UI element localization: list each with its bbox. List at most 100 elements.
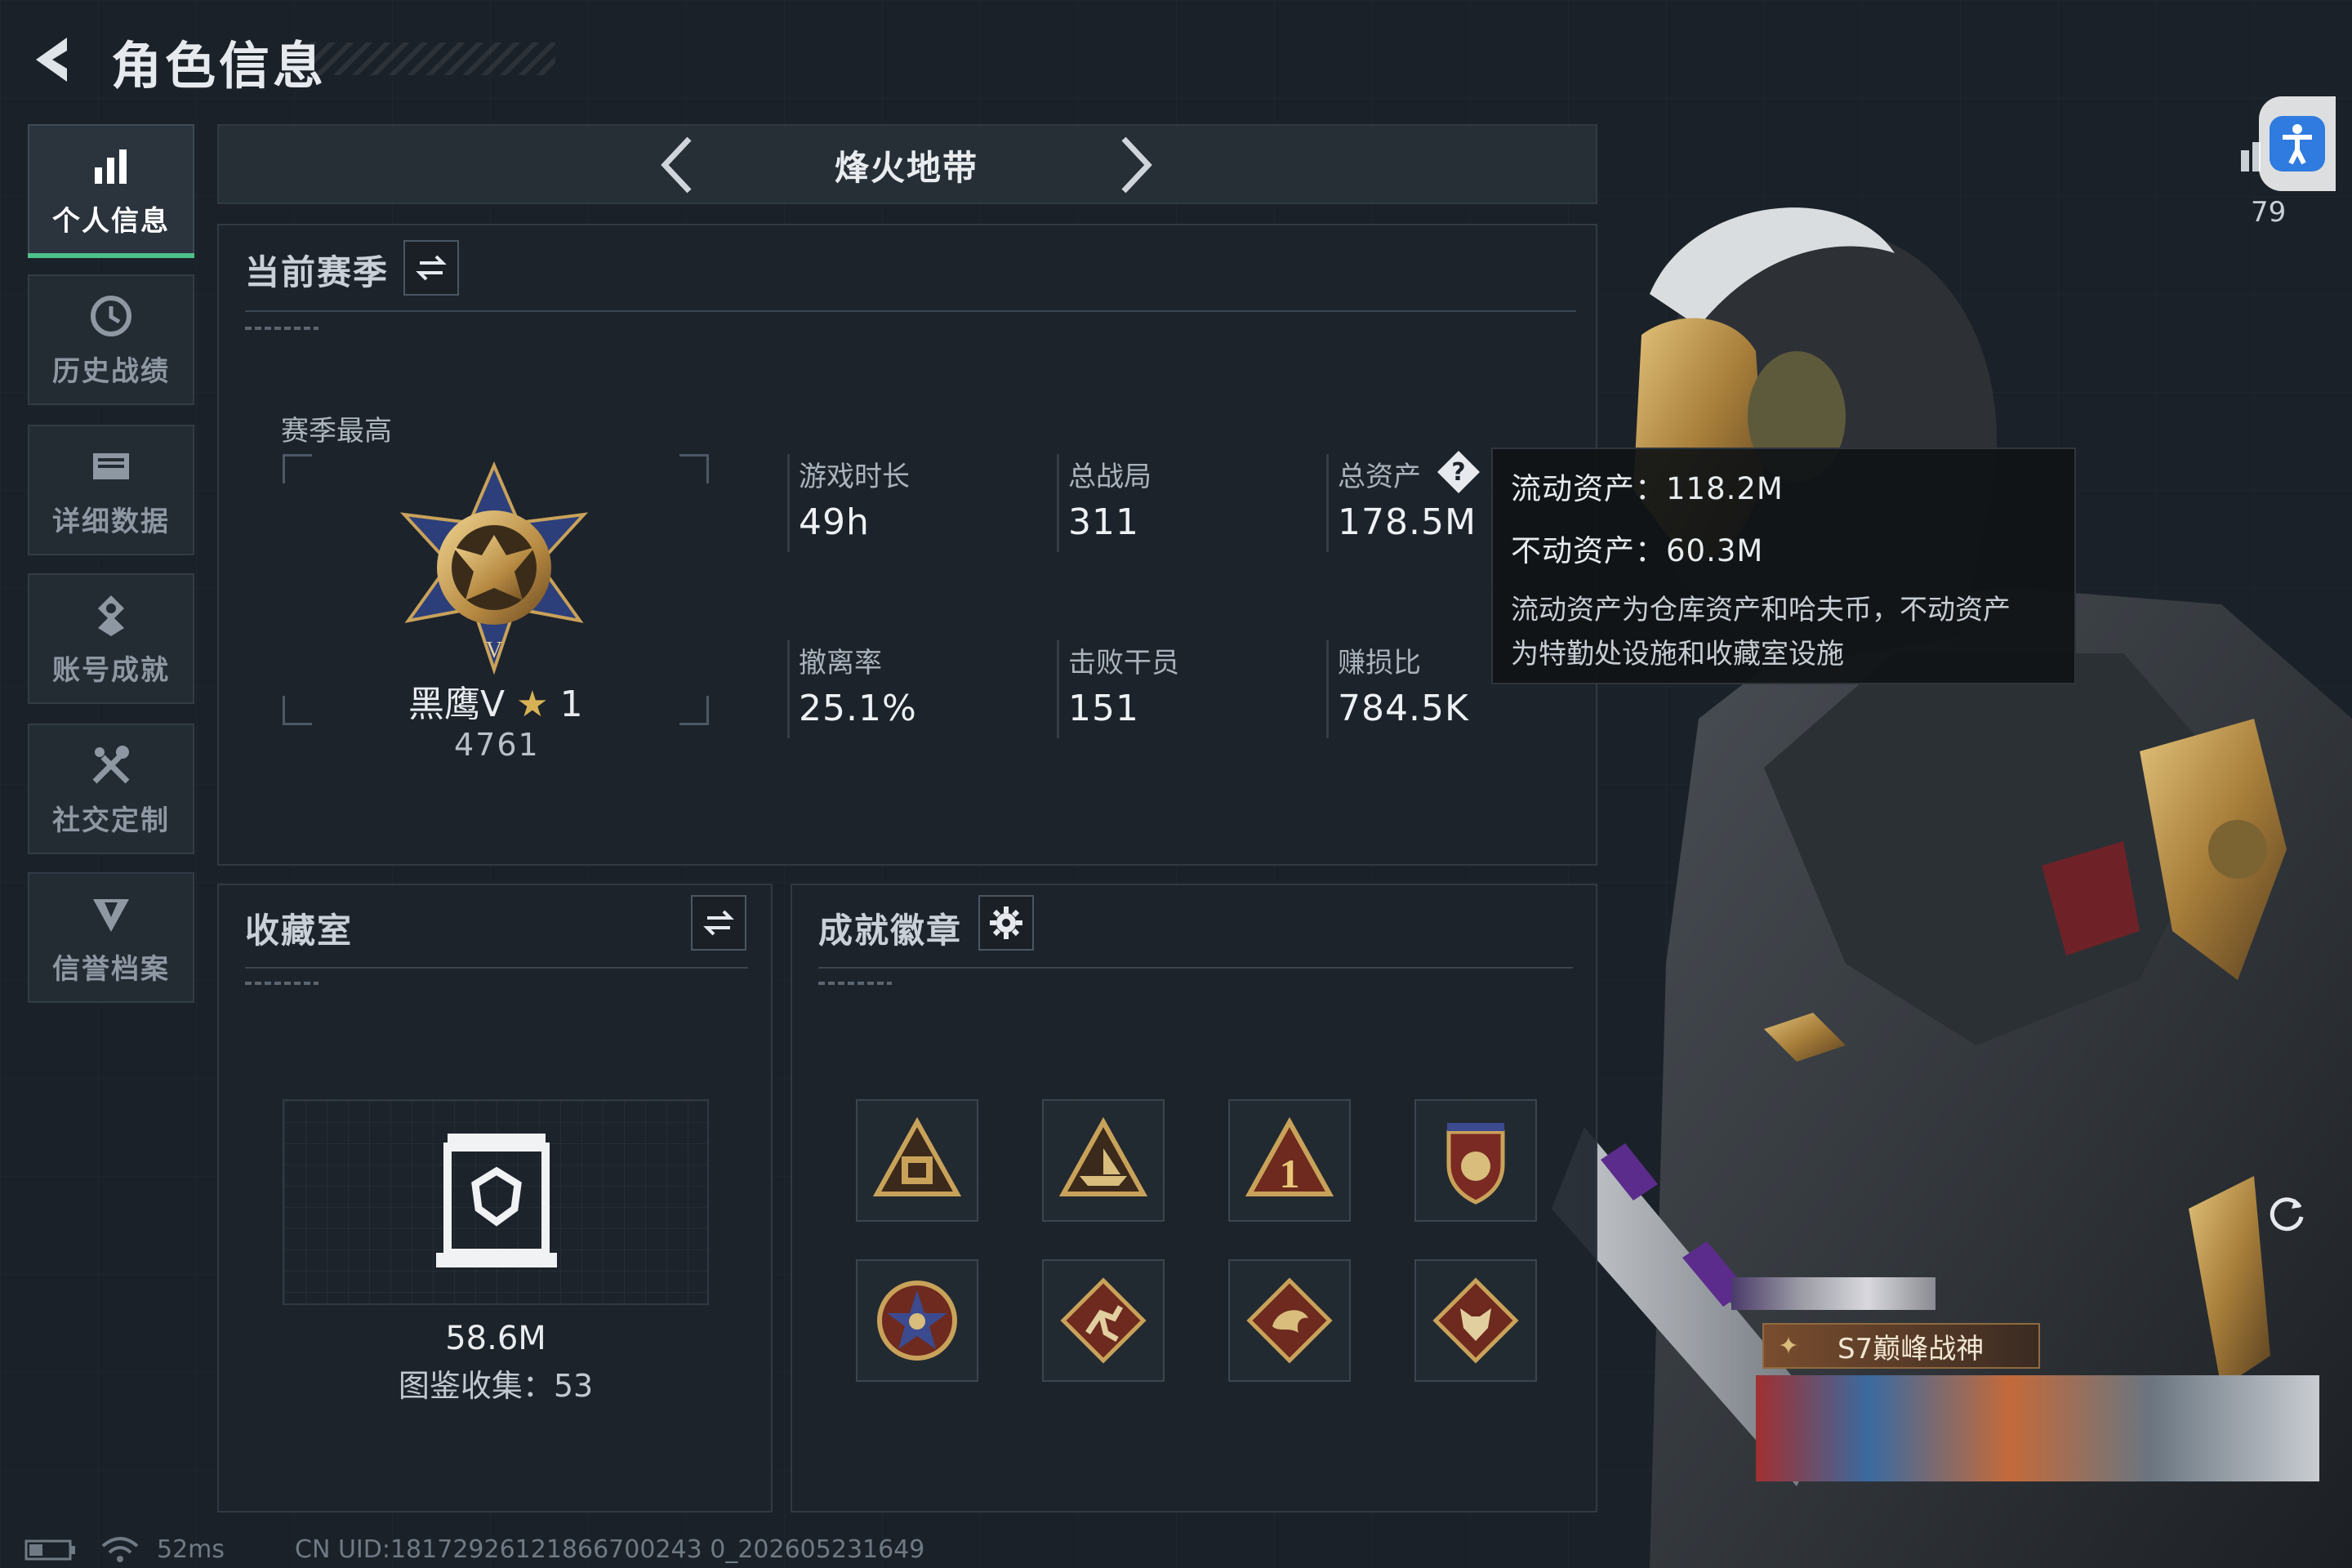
svg-text:V: V — [486, 638, 502, 663]
player-level: 79 — [2251, 196, 2287, 229]
number-one-icon: 1 — [1245, 1116, 1334, 1196]
chevron-right-icon[interactable] — [1111, 132, 1160, 198]
rank-name: 黑鹰V — [408, 684, 506, 725]
stat-divider — [787, 454, 790, 552]
help-icon[interactable]: ? — [1434, 448, 1483, 497]
badge-slot[interactable]: 1 — [1228, 1099, 1351, 1222]
title-plate-icon: ✦ — [1778, 1331, 1799, 1361]
rank-emblem-icon: V — [399, 461, 589, 675]
star-icon: ★ — [516, 684, 549, 725]
stat-playtime-label: 游戏时长 — [799, 461, 910, 493]
svg-text:1: 1 — [1280, 1151, 1300, 1196]
decoration-dashes — [245, 982, 318, 985]
stat-kills-label: 击败干员 — [1068, 647, 1179, 679]
tooltip-liquid-assets: 流动资产：118.2M — [1511, 471, 1784, 506]
badges-panel-title: 成就徽章 — [818, 911, 963, 951]
frame-corner — [679, 696, 709, 725]
sidebar-item-credit-profile[interactable]: 信誉档案 — [28, 872, 194, 1003]
stat-total-matches-value: 311 — [1068, 501, 1139, 543]
badges-settings-button[interactable] — [978, 895, 1034, 951]
dragon-diamond-icon — [1246, 1277, 1333, 1364]
decoration-dashes — [245, 327, 318, 330]
badge-slot[interactable] — [1414, 1099, 1537, 1222]
badge-slot[interactable] — [1042, 1099, 1165, 1222]
stat-divider — [1057, 640, 1059, 738]
bar-chart-icon — [95, 149, 127, 184]
stat-divider — [1057, 454, 1059, 552]
divider — [818, 967, 1573, 969]
mode-name: 烽火地带 — [834, 148, 978, 188]
stat-total-assets-label: 总资产 — [1338, 461, 1421, 493]
stat-profit-ratio-value: 784.5K — [1338, 688, 1469, 729]
battery-icon — [24, 1539, 75, 1560]
frame-corner — [283, 696, 312, 725]
name-card-banner[interactable] — [1756, 1375, 2319, 1481]
tooltip-description-2: 为特勤处设施和收藏室设施 — [1511, 638, 1844, 670]
tooltip-description-1: 流动资产为仓库资产和哈夫币，不动资产 — [1511, 594, 2011, 626]
season-panel-title: 当前赛季 — [245, 252, 390, 292]
tools-icon — [92, 745, 130, 783]
svg-text:?: ? — [1451, 458, 1465, 487]
clock-icon — [91, 295, 131, 336]
stat-extract-rate-value: 25.1% — [799, 688, 917, 729]
divider — [245, 310, 1576, 312]
sidebar-item-personal-info[interactable]: 个人信息 — [28, 124, 194, 258]
badge-slot[interactable] — [1414, 1259, 1537, 1382]
sidebar-item-achievements[interactable]: 账号成就 — [28, 573, 194, 704]
color-swatches — [1731, 1277, 1936, 1310]
ping-text: 52ms — [157, 1535, 225, 1564]
accessibility-icon — [2270, 116, 2325, 172]
sidebar-item-label: 信誉档案 — [52, 952, 170, 986]
sidebar-item-label: 详细数据 — [52, 505, 170, 538]
badge-slot[interactable] — [1228, 1259, 1351, 1382]
badge-slot[interactable] — [856, 1099, 978, 1222]
star-shield-icon — [1446, 1123, 1505, 1205]
rotate-icon[interactable] — [2265, 1192, 2308, 1235]
rank-score: 4761 — [454, 727, 540, 763]
stat-divider — [1326, 454, 1329, 552]
back-arrow-icon[interactable] — [24, 31, 82, 88]
accessibility-button[interactable] — [2259, 96, 2336, 191]
badge-slot[interactable] — [1042, 1259, 1165, 1382]
sidebar-item-label: 账号成就 — [52, 653, 170, 687]
title-plate-text: S7巅峰战神 — [1838, 1332, 1984, 1365]
achievement-icon — [98, 595, 124, 636]
sidebar-item-label: 个人信息 — [52, 204, 170, 238]
chevron-left-icon[interactable] — [653, 132, 702, 198]
title-decoration — [310, 42, 555, 75]
uid-text: CN UID:18172926121866700243 0_2026052316… — [295, 1535, 925, 1564]
display-case-icon — [436, 1134, 557, 1267]
sidebar-item-label: 社交定制 — [52, 804, 170, 837]
stat-kills-value: 151 — [1068, 688, 1139, 729]
star-compass-icon — [877, 1281, 957, 1361]
frame-corner — [283, 454, 312, 483]
sidebar-item-match-history[interactable]: 历史战绩 — [28, 274, 194, 405]
collection-panel-title: 收藏室 — [245, 911, 354, 951]
swap-icon — [703, 910, 734, 936]
stat-profit-ratio-label: 赚损比 — [1338, 647, 1421, 679]
title-plate[interactable]: ✦ S7巅峰战神 — [1762, 1323, 2040, 1369]
divider — [245, 967, 748, 969]
stat-total-matches-label: 总战局 — [1068, 461, 1152, 493]
rank-stars: 1 — [559, 684, 583, 725]
stat-extract-rate-label: 撤离率 — [799, 647, 882, 679]
stat-divider — [1326, 640, 1329, 738]
shield-icon — [93, 898, 129, 932]
decoration-dashes — [818, 982, 892, 985]
folder-icon — [93, 452, 129, 479]
badge-slot[interactable] — [856, 1259, 978, 1382]
sidebar-item-social-custom[interactable]: 社交定制 — [28, 724, 194, 854]
sidebar-item-detailed-data[interactable]: 详细数据 — [28, 425, 194, 555]
collection-switch-button[interactable] — [691, 895, 746, 951]
collection-catalog: 图鉴收集：53 — [398, 1368, 594, 1404]
triangle-boat-icon — [1058, 1116, 1148, 1196]
stat-divider — [787, 640, 790, 738]
page-title: 角色信息 — [111, 36, 327, 96]
season-switch-button[interactable] — [403, 240, 459, 296]
asset-tooltip: 流动资产：118.2M 不动资产：60.3M 流动资产为仓库资产和哈夫币，不动资… — [1491, 448, 2076, 684]
frame-corner — [679, 454, 709, 483]
season-best-label: 赛季最高 — [281, 415, 392, 448]
wifi-icon — [101, 1536, 139, 1562]
wolf-diamond-icon — [1432, 1277, 1519, 1364]
exchange-badge-icon — [872, 1116, 962, 1196]
